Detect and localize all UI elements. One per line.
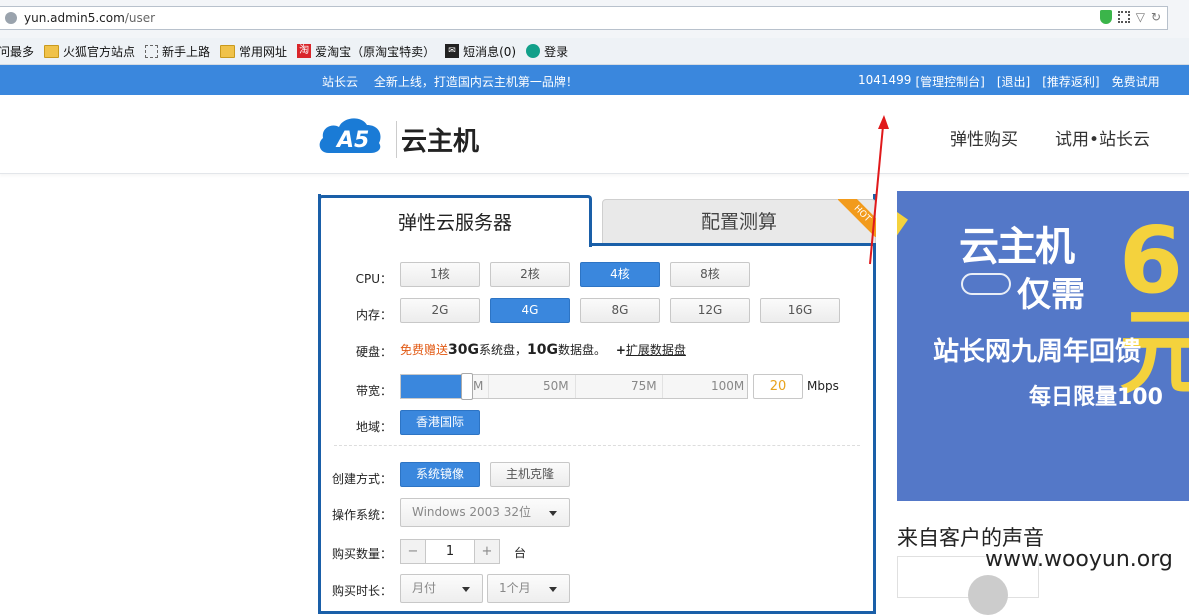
panel-top-border [592,243,876,246]
memory-option-16g[interactable]: 16G [760,298,840,323]
message-icon: ✉ [445,44,460,58]
svg-text:A5: A5 [335,128,369,153]
logout-link[interactable]: [退出] [997,73,1030,90]
region-label: 地域： [355,420,392,434]
bandwidth-label: 带宽： [355,384,392,398]
bookmark-common-sites[interactable]: 常用网址 [220,43,287,60]
nav-flexible-buy[interactable]: 弹性购买 [950,125,1018,150]
user-links: 1041499 [管理控制台] [退出] [推荐返利] 免费试用 [858,73,1160,90]
caret-down-icon [462,587,470,592]
cpu-option-8[interactable]: 8核 [670,262,750,287]
memory-option-2g[interactable]: 2G [400,298,480,323]
bandwidth-tick: 100M [711,379,745,393]
region-option-hk[interactable]: 香港国际 [400,410,480,435]
create-option-clone[interactable]: 主机克隆 [490,462,570,487]
banner-stripe [897,191,908,501]
banner-subtitle: 仅需 [1017,275,1085,315]
quantity-label: 购买数量： [331,547,392,561]
dashed-page-icon [145,44,159,58]
minus-button[interactable]: − [401,540,425,563]
create-option-image[interactable]: 系统镜像 [400,462,480,487]
bookmarks-bar: 访问最多 火狐官方站点 新手上路 常用网址 淘爱淘宝（原淘宝特卖） ✉短消息(0… [0,38,1189,65]
banner-anniversary: 站长网九周年回馈 [933,337,1142,367]
cpu-label: CPU： [355,272,392,286]
bookmark-messages[interactable]: ✉ 短消息(0) [445,43,516,60]
quantity-unit: 台 [514,546,527,560]
slider-handle[interactable] [461,373,473,400]
banner-limit: 每日限量100 [1029,385,1163,410]
globe-icon [5,12,17,24]
logo-text[interactable]: 云主机 [396,121,479,158]
bookmark-aitaobao[interactable]: 淘爱淘宝（原淘宝特卖） [297,43,435,60]
memory-option-8g[interactable]: 8G [580,298,660,323]
taobao-icon: 淘 [297,44,312,58]
memory-label: 内存： [355,308,392,322]
slogan-text: 全新上线，打造国内云主机第一品牌！ [373,75,578,89]
shield-icon[interactable] [1099,10,1112,24]
hot-badge: HOT [838,199,876,237]
plus-icon: + [615,343,626,357]
cpu-option-4[interactable]: 4核 [580,262,660,287]
referral-link[interactable]: [推荐返利] [1042,73,1099,90]
promo-banner[interactable]: 云主机 仅需 6元 站长网九周年回馈 每日限量100 [897,191,1189,501]
dropdown-arrow-icon[interactable]: ▽ [1136,10,1145,24]
bandwidth-input[interactable]: 20 [753,374,803,399]
cloud-icon [961,273,1011,295]
brand-link[interactable]: 站长云 [322,75,358,89]
site-topbar: 站长云 全新上线，打造国内云主机第一品牌！ 1041499 [管理控制台] [退… [0,65,1189,95]
disk-label: 硬盘： [355,345,392,359]
banner-title: 云主机 [959,224,1075,270]
folder-icon [44,44,60,58]
reload-icon[interactable]: ↻ [1151,10,1161,24]
expand-disk-link[interactable]: 扩展数据盘 [626,343,686,357]
site-header: A5 云主机 弹性购买 试用•站长云 [0,95,1189,174]
tab-config-calc[interactable]: 配置测算 [602,199,876,245]
console-link[interactable]: [管理控制台] [915,73,984,90]
bandwidth-fill [401,375,467,398]
bookmark-firefox-site[interactable]: 火狐官方站点 [44,43,135,60]
address-bar[interactable]: yun.admin5.com/user ▽ ↻ [0,6,1168,30]
cpu-option-2[interactable]: 2核 [490,262,570,287]
address-url[interactable]: yun.admin5.com/user [24,11,155,25]
browser-toolbar: yun.admin5.com/user ▽ ↻ [0,0,1189,38]
memory-option-12g[interactable]: 12G [670,298,750,323]
banner-price: 6元 [1119,207,1189,406]
free-trial-link[interactable]: 免费试用 [1112,73,1160,90]
user-id: 1041499 [858,73,912,87]
caret-down-icon [549,587,557,592]
bandwidth-unit: Mbps [807,379,839,393]
topbar-promo: 站长云 全新上线，打造国内云主机第一品牌！ [322,73,578,90]
folder-icon [220,44,236,58]
avatar [968,575,1008,615]
bookmark-login[interactable]: 登录 [526,43,568,60]
disk-info: 免费赠送30G系统盘，10G数据盘。 +扩展数据盘 [400,342,686,358]
login-icon [526,44,541,58]
bookmark-most-visited[interactable]: 访问最多 [0,43,34,60]
bandwidth-slider[interactable]: M 50M 75M 100M [400,373,748,400]
divider [334,445,860,446]
quantity-value[interactable]: 1 [425,540,475,563]
os-select[interactable]: Windows 2003 32位 [400,498,570,527]
cpu-option-1[interactable]: 1核 [400,262,480,287]
bandwidth-tick: 75M [631,379,657,393]
duration-label: 购买时长： [331,584,392,598]
caret-down-icon [549,511,557,516]
bandwidth-tick: 50M [543,379,569,393]
tab-elastic-server[interactable]: 弹性云服务器 [318,195,592,247]
a5-logo-icon[interactable]: A5 [317,113,383,155]
memory-option-4g[interactable]: 4G [490,298,570,323]
bandwidth-tick: M [473,379,484,393]
create-method-label: 创建方式： [331,472,392,486]
watermark: www.wooyun.org [985,547,1173,572]
plus-button[interactable]: + [475,540,499,563]
qrcode-icon[interactable] [1117,11,1130,23]
bookmark-getting-started[interactable]: 新手上路 [145,43,210,60]
os-label: 操作系统： [331,508,392,522]
quantity-stepper[interactable]: − 1 + [400,539,500,564]
nav-trial[interactable]: 试用•站长云 [1055,125,1150,150]
